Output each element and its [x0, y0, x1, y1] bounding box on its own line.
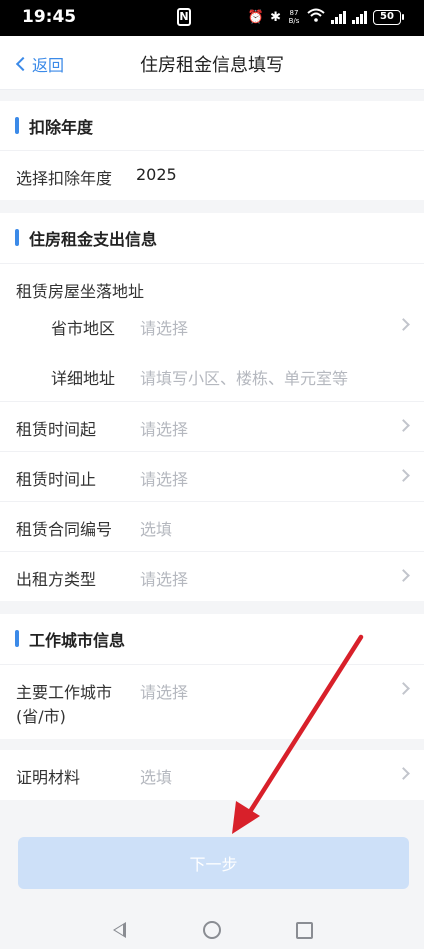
field-label: 省市地区	[51, 319, 116, 338]
bluetooth-icon: ✱	[270, 9, 281, 25]
field-label: 租赁房屋坐落地址	[16, 282, 145, 301]
rent-end-select[interactable]: 请选择	[140, 466, 188, 490]
system-back-icon[interactable]	[113, 922, 126, 938]
section-title: 扣除年度	[29, 118, 94, 137]
field-label: 主要工作城市	[16, 683, 113, 702]
alarm-icon: ⏰	[247, 9, 265, 25]
field-label: 租赁时间起	[16, 420, 97, 439]
field-label: 租赁合同编号	[16, 520, 113, 539]
section-title: 工作城市信息	[29, 631, 126, 650]
section-title: 住房租金支出信息	[29, 230, 158, 249]
work-city-section: 工作城市信息 主要工作城市 (省/市) 请选择	[0, 614, 424, 739]
deduction-year-row[interactable]: 选择扣除年度 2025	[0, 150, 424, 200]
wifi-icon	[307, 8, 325, 26]
chevron-right-icon	[397, 569, 410, 582]
section-header: 扣除年度	[0, 101, 424, 149]
work-city-row[interactable]: 主要工作城市 (省/市) 请选择	[0, 664, 424, 739]
system-nav-bar	[0, 910, 424, 949]
chevron-right-icon	[397, 767, 410, 780]
field-label: 选择扣除年度	[16, 169, 113, 188]
detail-address-row[interactable]: 详细地址 请填写小区、楼栋、单元室等	[0, 351, 424, 401]
signal-icon-2	[352, 10, 367, 24]
field-label: 详细地址	[51, 369, 116, 388]
battery-level: 50	[373, 9, 401, 25]
field-label-sub: (省/市)	[16, 707, 66, 726]
system-home-icon[interactable]	[203, 921, 221, 939]
landlord-type-select[interactable]: 请选择	[140, 566, 188, 590]
chevron-right-icon	[397, 682, 410, 695]
contract-number-row[interactable]: 租赁合同编号 选填	[0, 501, 424, 551]
system-recents-icon[interactable]	[296, 922, 313, 939]
deduction-year-section: 扣除年度 选择扣除年度 2025	[0, 101, 424, 200]
proof-input[interactable]: 选填	[140, 764, 172, 788]
next-step-button[interactable]: 下一步	[18, 837, 409, 889]
field-label: 租赁时间止	[16, 470, 97, 489]
section-header: 工作城市信息	[0, 614, 424, 662]
detail-address-input[interactable]: 请填写小区、楼栋、单元室等	[140, 365, 348, 389]
landlord-type-row[interactable]: 出租方类型 请选择	[0, 551, 424, 601]
battery-icon: 50	[373, 9, 404, 25]
province-select[interactable]: 请选择	[140, 315, 188, 339]
network-speed-value: 87	[289, 9, 299, 17]
status-time: 19:45	[22, 7, 77, 27]
chevron-right-icon	[397, 469, 410, 482]
proof-row[interactable]: 证明材料 选填	[0, 750, 424, 800]
signal-icon	[331, 10, 346, 24]
deduction-year-value: 2025	[136, 165, 177, 184]
proof-section: 证明材料 选填	[0, 750, 424, 800]
network-speed-unit: B/s	[288, 17, 300, 25]
rent-start-row[interactable]: 租赁时间起 请选择	[0, 401, 424, 451]
contract-number-input[interactable]: 选填	[140, 516, 172, 540]
work-city-select[interactable]: 请选择	[140, 679, 188, 703]
rent-end-row[interactable]: 租赁时间止 请选择	[0, 451, 424, 501]
rent-expense-section: 住房租金支出信息 租赁房屋坐落地址 省市地区 请选择 详细地址 请填写小区、楼栋…	[0, 213, 424, 601]
page-title: 住房租金信息填写	[140, 55, 284, 76]
field-label: 证明材料	[16, 768, 81, 787]
network-speed: 87 B/s	[287, 9, 301, 25]
nfc-icon: N	[177, 8, 191, 26]
chevron-right-icon	[397, 318, 410, 331]
status-bar: 19:45 N ⏰ ✱ 87 B/s 50	[0, 0, 424, 36]
chevron-right-icon	[397, 419, 410, 432]
field-label: 出租方类型	[16, 570, 97, 589]
section-accent-bar	[15, 630, 19, 647]
section-accent-bar	[15, 229, 19, 246]
rent-start-select[interactable]: 请选择	[140, 416, 188, 440]
province-row[interactable]: 省市地区 请选择	[0, 301, 424, 351]
section-accent-bar	[15, 117, 19, 134]
address-group-row: 租赁房屋坐落地址	[0, 263, 424, 301]
nav-bar: 返回 住房租金信息填写	[0, 36, 424, 90]
section-header: 住房租金支出信息	[0, 213, 424, 261]
